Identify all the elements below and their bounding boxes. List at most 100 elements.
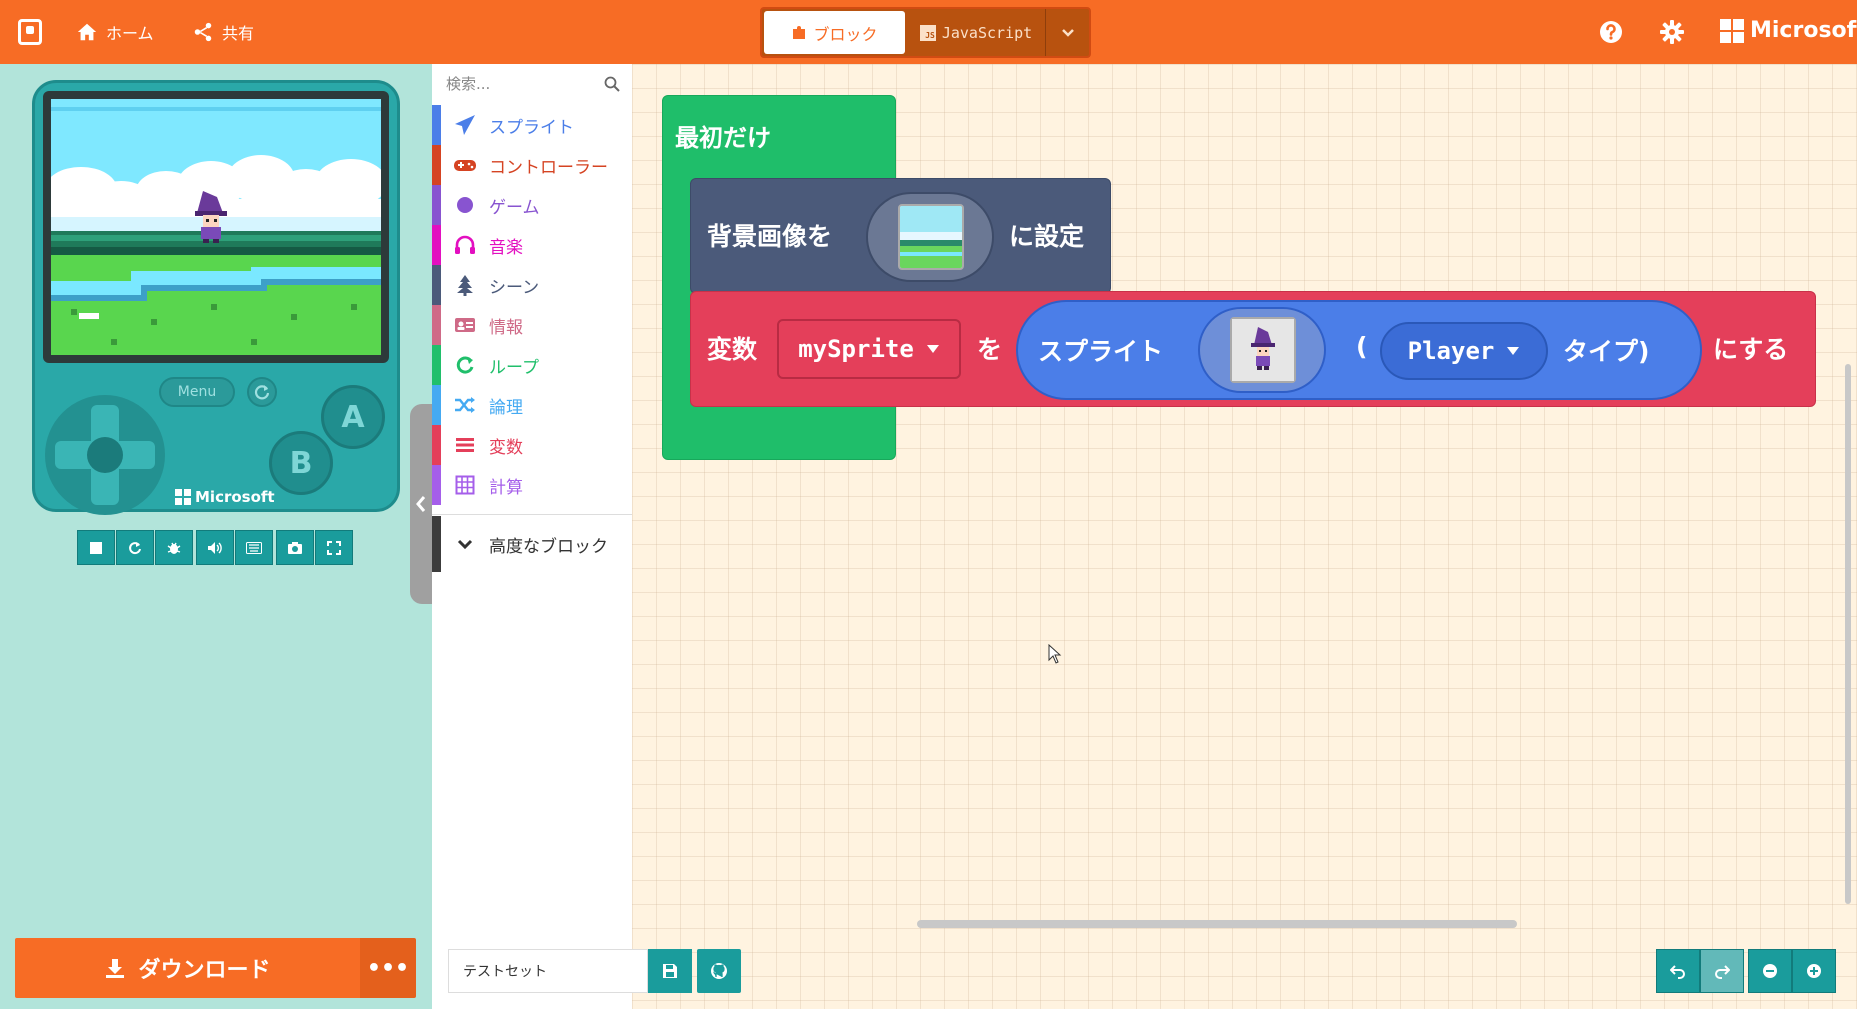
toolbox-category-label: ゲーム — [489, 197, 540, 218]
calculator-icon — [453, 473, 477, 497]
gamepad-icon — [453, 153, 477, 177]
toolbox-category-item[interactable]: 論理 — [432, 385, 632, 425]
workspace-horizontal-scrollbar[interactable] — [917, 920, 1517, 928]
console-restart-button[interactable] — [247, 377, 277, 407]
set-variable-wo: を — [977, 335, 1003, 364]
console-b-button[interactable]: B — [269, 431, 333, 495]
category-color-bar — [432, 185, 441, 225]
restart-simulator-button[interactable] — [116, 530, 154, 565]
zoom-in-icon — [1807, 964, 1821, 978]
toolbox-category-item[interactable]: 計算 — [432, 465, 632, 505]
on-start-label: 最初だけ — [675, 124, 771, 152]
toolbox-category-label: コントローラー — [489, 157, 608, 178]
save-project-button[interactable] — [648, 949, 692, 993]
set-variable-block[interactable]: 変数 mySprite を スプライト (Player タイプ) にする — [690, 291, 1816, 407]
screenshot-button[interactable] — [276, 530, 314, 565]
editor-mode-dropdown[interactable] — [1045, 9, 1089, 56]
category-color-bar — [432, 465, 441, 505]
list-icon — [453, 433, 477, 457]
zoom-in-button[interactable] — [1792, 949, 1836, 993]
toolbox-category-label: 情報 — [489, 317, 523, 338]
toolbox-category-item[interactable]: コントローラー — [432, 145, 632, 185]
shuffle-icon — [453, 393, 477, 417]
puzzle-icon — [793, 25, 806, 39]
category-color-bar — [432, 225, 441, 265]
header-bar: ホーム 共有 ブロック JS JavaScript Microsoft — [0, 0, 1857, 64]
sprite-image-thumbnail[interactable] — [1230, 317, 1296, 383]
id-card-icon — [453, 313, 477, 337]
debug-simulator-button[interactable] — [155, 530, 193, 565]
console-a-button[interactable]: A — [321, 385, 385, 449]
game-screen[interactable] — [51, 99, 381, 355]
sprite-type-suffix: タイプ) — [1563, 337, 1650, 366]
circle-icon — [453, 193, 477, 217]
sprite-thumbnail-image — [1232, 319, 1294, 381]
mute-button[interactable] — [196, 530, 234, 565]
category-color-bar — [432, 145, 441, 185]
background-image-slot[interactable] — [866, 192, 994, 282]
share-label: 共有 — [222, 24, 255, 43]
help-button[interactable] — [1597, 18, 1625, 46]
console-menu-button[interactable]: Menu — [159, 377, 235, 407]
home-button[interactable]: ホーム — [76, 18, 154, 46]
toolbox-category-label: 音楽 — [489, 237, 523, 258]
settings-button[interactable] — [1658, 18, 1686, 46]
download-more-button[interactable]: ••• — [360, 938, 416, 998]
redo-icon — [1715, 965, 1730, 979]
download-button[interactable]: ダウンロード — [15, 938, 360, 998]
toolbox-category-item[interactable]: スプライト — [432, 105, 632, 145]
search-icon[interactable] — [604, 76, 620, 92]
zoom-out-button[interactable] — [1748, 949, 1792, 993]
console-dpad[interactable] — [45, 395, 165, 515]
javascript-mode-button[interactable]: JS JavaScript — [907, 9, 1045, 56]
toolbox-category-label: 変数 — [489, 437, 523, 458]
mouse-cursor-icon — [1048, 644, 1062, 664]
game-scene-image — [51, 99, 381, 355]
sprite-image-slot[interactable] — [1198, 307, 1326, 393]
undo-button[interactable] — [1656, 949, 1700, 993]
windows-logo-icon — [1720, 18, 1744, 43]
refresh-icon — [129, 541, 141, 554]
toolbox-category-item[interactable]: ゲーム — [432, 185, 632, 225]
fullscreen-button[interactable] — [315, 530, 353, 565]
bug-icon — [167, 542, 181, 554]
toolbox-category-item[interactable]: 音楽 — [432, 225, 632, 265]
redo-button[interactable] — [1700, 949, 1744, 993]
sprite-kind-dropdown[interactable]: Player — [1380, 322, 1548, 380]
download-icon — [106, 959, 125, 978]
keyboard-controls-button[interactable] — [235, 530, 273, 565]
toolbox-category-item[interactable]: ループ — [432, 345, 632, 385]
project-name-input[interactable] — [448, 949, 648, 993]
set-background-suffix: に設定 — [1009, 222, 1085, 251]
toolbox-advanced-toggle[interactable]: 高度なブロック — [432, 516, 632, 572]
create-sprite-block[interactable]: スプライト (Player タイプ) — [1016, 300, 1702, 400]
toolbox-category-label: ループ — [489, 357, 539, 378]
stop-simulator-button[interactable] — [77, 530, 115, 565]
share-button[interactable]: 共有 — [192, 18, 254, 46]
collapse-simulator-button[interactable] — [410, 404, 432, 604]
blocks-mode-button[interactable]: ブロック — [764, 11, 905, 54]
sprite-label: スプライト — [1038, 337, 1164, 366]
toolbox-category-label: 論理 — [489, 397, 523, 418]
toolbox-category-item[interactable]: 変数 — [432, 425, 632, 465]
toolbox-category-item[interactable]: シーン — [432, 265, 632, 305]
set-background-image-block[interactable]: 背景画像を に設定 — [690, 178, 1111, 294]
github-icon — [711, 963, 727, 979]
github-button[interactable] — [697, 949, 741, 993]
javascript-mode-label: JavaScript — [941, 23, 1033, 42]
background-image-thumbnail[interactable] — [898, 204, 964, 270]
blocks-workspace[interactable]: 最初だけ 背景画像を に設定 変数 mySprite を スプライト (Pla… — [632, 64, 1857, 1009]
stop-icon — [90, 541, 102, 554]
variable-name-dropdown[interactable]: mySprite — [777, 319, 961, 379]
workspace-vertical-scrollbar[interactable] — [1845, 364, 1851, 904]
save-icon — [663, 964, 677, 978]
share-icon — [194, 22, 212, 42]
keyboard-icon — [246, 541, 262, 554]
toolbox-category-item[interactable]: 情報 — [432, 305, 632, 345]
arcade-logo-icon[interactable] — [18, 19, 42, 45]
toolbox-search-input[interactable] — [432, 64, 632, 104]
windows-logo-icon — [175, 489, 191, 505]
console-brand-label: Microsoft — [195, 488, 275, 506]
toolbox-category-label: 計算 — [489, 477, 523, 498]
microsoft-logo[interactable]: Microsoft — [1720, 18, 1857, 43]
